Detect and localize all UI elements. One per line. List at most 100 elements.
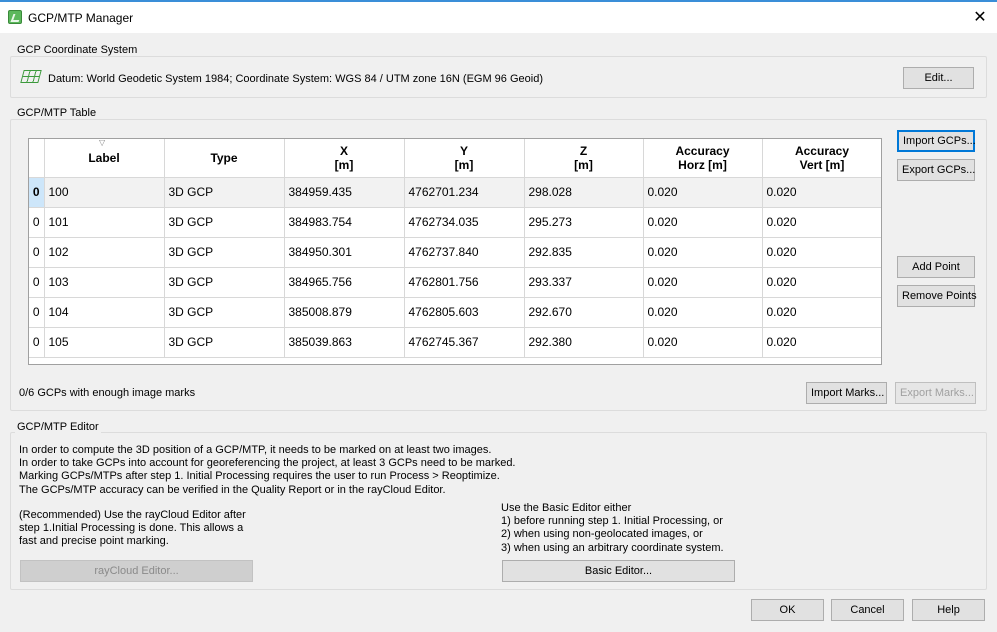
raycloud-description-line: (Recommended) Use the rayCloud Editor af… — [19, 509, 246, 521]
cell-z[interactable]: 293.337 — [524, 267, 644, 298]
row-header[interactable]: 0 — [29, 297, 45, 328]
cell-z[interactable]: 292.670 — [524, 297, 644, 328]
column-header-z[interactable]: Z [m] — [524, 139, 644, 178]
basic-editor-button[interactable]: Basic Editor... — [502, 560, 735, 582]
cell-type[interactable]: 3D GCP — [164, 297, 285, 328]
cell-type[interactable]: 3D GCP — [164, 177, 285, 208]
cell-accuracy-horz[interactable]: 0.020 — [643, 267, 763, 298]
cell-accuracy-horz[interactable]: 0.020 — [643, 177, 763, 208]
coord-system-group-title: GCP Coordinate System — [15, 44, 140, 56]
cell-x[interactable]: 384965.756 — [284, 267, 405, 298]
cell-y[interactable]: 4762734.035 — [404, 207, 525, 238]
cell-label[interactable]: 103 — [44, 267, 165, 298]
export-marks-button[interactable]: Export Marks... — [895, 382, 976, 404]
column-header-y[interactable]: Y [m] — [404, 139, 525, 178]
cell-accuracy-horz[interactable]: 0.020 — [643, 327, 763, 358]
raycloud-description-line: fast and precise point marking. — [19, 535, 169, 548]
import-marks-button[interactable]: Import Marks... — [806, 382, 887, 404]
cell-accuracy-vert[interactable]: 0.020 — [762, 297, 881, 328]
app-icon — [8, 10, 22, 24]
ok-button[interactable]: OK — [751, 599, 824, 621]
cell-x[interactable]: 385008.879 — [284, 297, 405, 328]
table-corner — [29, 139, 45, 178]
cell-z[interactable]: 298.028 — [524, 177, 644, 208]
cell-y[interactable]: 4762805.603 — [404, 297, 525, 328]
editor-info-line: The GCPs/MTP accuracy can be verified in… — [19, 483, 446, 496]
table-row[interactable]: 0 104 3D GCP 385008.879 4762805.603 292.… — [29, 297, 881, 328]
column-header-accuracy-vert[interactable]: Accuracy Vert [m] — [762, 139, 881, 178]
import-gcps-button[interactable]: Import GCPs... — [897, 130, 976, 152]
column-header-accuracy-horz[interactable]: Accuracy Horz [m] — [643, 139, 763, 178]
title-bar: GCP/MTP Manager ✕ — [0, 0, 997, 33]
editor-info-line: In order to take GCPs into account for g… — [19, 457, 516, 470]
cell-label[interactable]: 104 — [44, 297, 165, 328]
table-group-title: GCP/MTP Table — [15, 107, 99, 119]
basic-editor-description-line: 3) when using an arbitrary coordinate sy… — [501, 541, 724, 554]
row-header[interactable]: 0 — [29, 177, 45, 208]
editor-info-line: In order to compute the 3D position of a… — [19, 444, 492, 456]
cell-accuracy-horz[interactable]: 0.020 — [643, 207, 763, 238]
cell-y[interactable]: 4762737.840 — [404, 237, 525, 268]
cell-z[interactable]: 292.380 — [524, 327, 644, 358]
cell-x[interactable]: 384950.301 — [284, 237, 405, 268]
window-title: GCP/MTP Manager — [28, 11, 134, 25]
table-header-row: Label Type X [m] Y [m] Z [m] Accuracy Horz [… — [29, 139, 881, 178]
cell-x[interactable]: 384983.754 — [284, 207, 405, 238]
cell-z[interactable]: 295.273 — [524, 207, 644, 238]
basic-editor-description-line: 1) before running step 1. Initial Proces… — [501, 515, 723, 528]
cell-type[interactable]: 3D GCP — [164, 207, 285, 238]
basic-editor-description: Use the Basic Editor either 1) before ru… — [501, 502, 724, 555]
row-header[interactable]: 0 — [29, 327, 45, 358]
grid-icon — [20, 70, 42, 83]
cell-y[interactable]: 4762745.367 — [404, 327, 525, 358]
table-row[interactable]: 0 100 3D GCP 384959.435 4762701.234 298.… — [29, 177, 881, 208]
edit-coord-system-button[interactable]: Edit... — [903, 67, 974, 89]
help-button[interactable]: Help — [912, 599, 985, 621]
cell-x[interactable]: 385039.863 — [284, 327, 405, 358]
cell-label[interactable]: 105 — [44, 327, 165, 358]
raycloud-description: (Recommended) Use the rayCloud Editor af… — [19, 509, 246, 549]
table-row[interactable]: 0 105 3D GCP 385039.863 4762745.367 292.… — [29, 327, 881, 358]
cell-accuracy-vert[interactable]: 0.020 — [762, 237, 881, 268]
cell-label[interactable]: 102 — [44, 237, 165, 268]
sort-indicator-icon: ▽ — [99, 138, 106, 147]
cancel-button[interactable]: Cancel — [831, 599, 904, 621]
coord-system-description: Datum: World Geodetic System 1984; Coord… — [48, 73, 543, 85]
cell-accuracy-vert[interactable]: 0.020 — [762, 207, 881, 238]
editor-info: In order to compute the 3D position of a… — [19, 444, 516, 497]
basic-editor-description-line: 2) when using non-geolocated images, or — [501, 528, 703, 541]
table-row[interactable]: 0 102 3D GCP 384950.301 4762737.840 292.… — [29, 237, 881, 268]
gcp-table: ▽ Label Type X [m] Y [m] Z [m] Accuracy Horz… — [28, 138, 882, 365]
cell-accuracy-horz[interactable]: 0.020 — [643, 297, 763, 328]
cell-accuracy-vert[interactable]: 0.020 — [762, 267, 881, 298]
table-row[interactable]: 0 101 3D GCP 384983.754 4762734.035 295.… — [29, 207, 881, 238]
remove-points-button[interactable]: Remove Points — [897, 285, 977, 307]
editor-group-title: GCP/MTP Editor — [15, 421, 101, 433]
cell-accuracy-horz[interactable]: 0.020 — [643, 237, 763, 268]
cell-type[interactable]: 3D GCP — [164, 267, 285, 298]
cell-accuracy-vert[interactable]: 0.020 — [762, 177, 881, 208]
cell-label[interactable]: 100 — [44, 177, 165, 208]
row-header[interactable]: 0 — [29, 237, 45, 268]
column-header-type[interactable]: Type — [164, 139, 285, 178]
cell-type[interactable]: 3D GCP — [164, 237, 285, 268]
raycloud-editor-button[interactable]: rayCloud Editor... — [20, 560, 253, 582]
gcp-status-text: 0/6 GCPs with enough image marks — [19, 387, 196, 399]
cell-y[interactable]: 4762701.234 — [404, 177, 525, 208]
basic-editor-description-line: Use the Basic Editor either — [501, 502, 632, 514]
editor-info-line: Marking GCPs/MTPs after step 1. Initial … — [19, 470, 500, 483]
row-header[interactable]: 0 — [29, 207, 45, 238]
row-header[interactable]: 0 — [29, 267, 45, 298]
cell-z[interactable]: 292.835 — [524, 237, 644, 268]
table-row[interactable]: 0 103 3D GCP 384965.756 4762801.756 293.… — [29, 267, 881, 298]
close-button[interactable]: ✕ — [963, 2, 997, 33]
add-point-button[interactable]: Add Point — [897, 256, 975, 278]
cell-accuracy-vert[interactable]: 0.020 — [762, 327, 881, 358]
column-header-x[interactable]: X [m] — [284, 139, 405, 178]
raycloud-description-line: step 1.Initial Processing is done. This … — [19, 522, 244, 535]
export-gcps-button[interactable]: Export GCPs... — [897, 159, 975, 181]
cell-y[interactable]: 4762801.756 — [404, 267, 525, 298]
cell-x[interactable]: 384959.435 — [284, 177, 405, 208]
cell-type[interactable]: 3D GCP — [164, 327, 285, 358]
cell-label[interactable]: 101 — [44, 207, 165, 238]
